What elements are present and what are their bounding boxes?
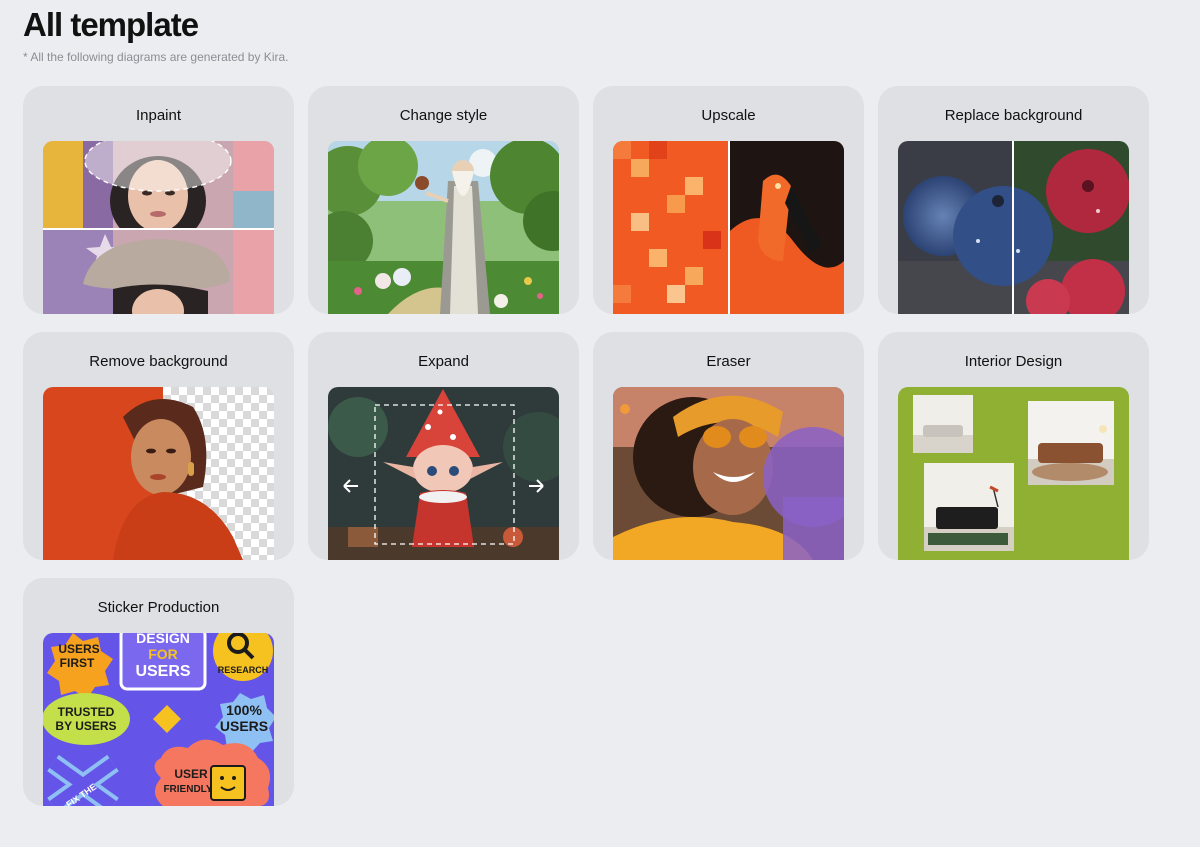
template-thumbnail — [328, 141, 559, 314]
template-card-title: Remove background — [89, 353, 228, 370]
template-card-title: Change style — [399, 107, 488, 124]
svg-text:USERS: USERS — [135, 663, 190, 680]
svg-text:DESIGN: DESIGN — [136, 633, 190, 646]
template-thumbnail — [613, 141, 844, 314]
template-thumbnail: USERS FIRST DESIGN FOR USERS RESEARCH TR… — [43, 633, 274, 806]
page-title: All template — [23, 6, 199, 43]
berries-split-comparison-image — [898, 141, 1129, 314]
template-card-title: Upscale — [701, 107, 756, 124]
template-card-inpaint[interactable]: Inpaint — [23, 86, 294, 314]
ux-stickers-sheet-image: USERS FIRST DESIGN FOR USERS RESEARCH TR… — [43, 633, 274, 806]
svg-text:TRUSTED: TRUSTED — [58, 705, 115, 719]
template-card-interior-design[interactable]: Interior Design — [878, 332, 1149, 560]
template-card-upscale[interactable]: Upscale — [593, 86, 864, 314]
smiling-woman-sunglasses-image — [613, 387, 844, 560]
svg-text:FOR: FOR — [148, 646, 178, 662]
template-thumbnail — [898, 387, 1129, 560]
svg-text:USERS: USERS — [220, 718, 268, 734]
template-card-title: Replace background — [944, 107, 1083, 124]
template-card-title: Inpaint — [135, 107, 182, 124]
template-card-eraser[interactable]: Eraser — [593, 332, 864, 560]
template-card-sticker-production[interactable]: Sticker Production USERS FIRST DESIGN FO… — [23, 578, 294, 806]
wizard-forest-illustration-image — [328, 141, 559, 314]
elf-character-expand-image — [328, 387, 559, 560]
template-card-remove-background[interactable]: Remove background — [23, 332, 294, 560]
template-card-title: Expand — [418, 353, 469, 370]
woman-beret-inpaint-image — [43, 141, 274, 314]
template-thumbnail — [898, 141, 1129, 314]
sofa-rooms-collage-image — [898, 387, 1129, 560]
template-card-change-style[interactable]: Change style — [308, 86, 579, 314]
template-card-title: Interior Design — [964, 353, 1063, 370]
template-card-expand[interactable]: Expand — [308, 332, 579, 560]
template-thumbnail — [613, 387, 844, 560]
svg-text:FIRST: FIRST — [60, 656, 95, 670]
template-thumbnail — [43, 141, 274, 314]
page-subtitle: * All the following diagrams are generat… — [23, 50, 289, 64]
sticker-users-first-text: USERS — [58, 642, 99, 656]
svg-text:100%: 100% — [226, 702, 262, 718]
svg-text:USER: USER — [174, 767, 208, 781]
svg-text:FRIENDLY: FRIENDLY — [163, 784, 212, 795]
svg-text:BY USERS: BY USERS — [55, 719, 116, 733]
flamingo-pixelated-comparison-image — [613, 141, 844, 314]
template-card-title: Eraser — [706, 353, 751, 370]
template-card-title: Sticker Production — [97, 599, 220, 616]
template-card-replace-background[interactable]: Replace background — [878, 86, 1149, 314]
template-thumbnail — [43, 387, 274, 560]
woman-orange-background-removed-image — [43, 387, 274, 560]
svg-text:RESEARCH: RESEARCH — [218, 665, 269, 675]
template-thumbnail — [328, 387, 559, 560]
template-grid: Inpaint Change style Upscale Replace bac… — [23, 86, 1149, 806]
